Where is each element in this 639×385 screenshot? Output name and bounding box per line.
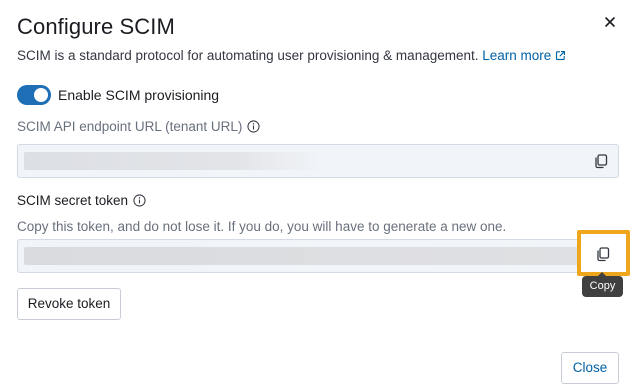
- close-icon[interactable]: [601, 13, 619, 31]
- revoke-token-button[interactable]: Revoke token: [17, 288, 121, 320]
- secret-token-value: [24, 247, 580, 265]
- secret-token-label: SCIM secret token: [17, 193, 146, 208]
- enable-scim-toggle[interactable]: [17, 85, 51, 105]
- endpoint-url-label-text: SCIM API endpoint URL (tenant URL): [17, 119, 243, 134]
- enable-scim-label: Enable SCIM provisioning: [58, 87, 220, 103]
- info-icon[interactable]: [133, 194, 146, 207]
- configure-scim-dialog: Configure SCIM SCIM is a standard protoc…: [0, 0, 639, 385]
- endpoint-url-field[interactable]: [17, 144, 619, 178]
- toggle-knob: [34, 88, 48, 102]
- external-link-icon: [556, 51, 566, 60]
- copy-token-button[interactable]: [577, 230, 630, 276]
- close-button[interactable]: Close: [561, 352, 619, 384]
- description-text: SCIM is a standard protocol for automati…: [17, 48, 479, 63]
- secret-token-label-text: SCIM secret token: [17, 193, 129, 208]
- copy-icon: [597, 247, 610, 262]
- endpoint-url-value: [24, 152, 324, 170]
- copy-tooltip: Copy: [582, 272, 623, 297]
- dialog-title: Configure SCIM: [17, 14, 175, 39]
- secret-token-field[interactable]: [17, 239, 619, 273]
- info-icon[interactable]: [247, 120, 260, 133]
- learn-more-link[interactable]: Learn more: [482, 48, 566, 63]
- copy-url-icon[interactable]: [592, 152, 610, 170]
- learn-more-label: Learn more: [482, 48, 552, 63]
- token-hint: Copy this token, and do not lose it. If …: [17, 219, 507, 234]
- dialog-description: SCIM is a standard protocol for automati…: [17, 48, 566, 63]
- endpoint-url-label: SCIM API endpoint URL (tenant URL): [17, 119, 260, 134]
